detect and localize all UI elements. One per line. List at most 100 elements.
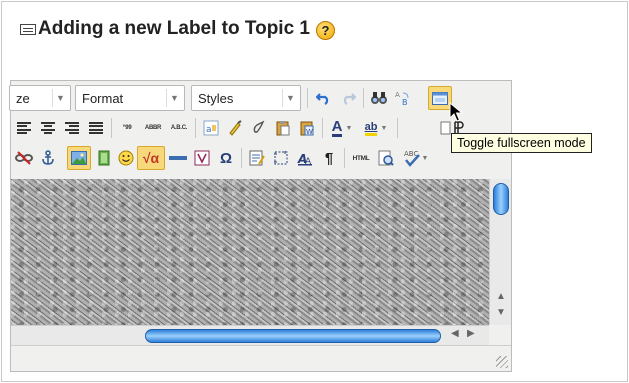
toolbar-row-3: √α Ω AA ¶ HTML ABC ▼ — [11, 145, 511, 171]
background-color-button[interactable]: ab ▼ — [359, 117, 393, 139]
svg-text:B: B — [402, 98, 408, 106]
format-select[interactable]: Format ▼ — [75, 85, 185, 111]
toolbar-separator — [322, 118, 323, 138]
format-select-value: Format — [82, 90, 124, 106]
text-color-button[interactable]: A ▼ — [327, 117, 357, 139]
acronym-icon: A.B.C. — [170, 125, 188, 131]
preview-button[interactable] — [375, 147, 397, 169]
blockquote-icon: “99 — [122, 125, 132, 131]
scroll-down-arrow-icon[interactable]: ▼ — [496, 307, 506, 318]
chevron-down-icon: ▼ — [166, 89, 182, 107]
align-right-button[interactable] — [61, 117, 83, 139]
template-button[interactable] — [246, 147, 268, 169]
align-center-icon — [41, 122, 55, 134]
toolbar-row-1: ze ▼ Format ▼ Styles ▼ AB — [9, 85, 511, 111]
align-center-button[interactable] — [37, 117, 59, 139]
equation-button[interactable]: √α — [137, 146, 165, 170]
styleprops-button[interactable]: AA — [294, 147, 316, 169]
abbreviation-button[interactable]: ABBR — [141, 117, 165, 139]
align-left-button[interactable] — [13, 117, 35, 139]
toolbar-separator — [195, 118, 196, 138]
cleanup-icon — [229, 120, 242, 136]
help-icon[interactable]: ? — [316, 21, 335, 40]
special-char-button[interactable]: Ω — [215, 147, 237, 169]
show-blocks-icon: ¶ — [324, 149, 334, 167]
visual-aid-button[interactable] — [270, 147, 292, 169]
undo-button[interactable] — [313, 87, 335, 109]
find-button[interactable] — [368, 87, 390, 109]
blockquote-button[interactable]: “99 — [115, 117, 139, 139]
show-blocks-button[interactable]: ¶ — [318, 147, 340, 169]
paste-text-icon: a — [203, 120, 219, 136]
chevron-down-icon: ▼ — [345, 124, 353, 132]
html-editor: ze ▼ Format ▼ Styles ▼ AB “99 ABBR A.B.C… — [9, 80, 512, 372]
cleanup-button[interactable] — [224, 117, 246, 139]
toolbar-separator — [241, 148, 242, 168]
page-title-text: Adding a new Label to Topic 1 — [38, 18, 310, 39]
nonbreaking-button[interactable] — [191, 147, 213, 169]
nonbreaking-icon — [194, 150, 210, 166]
chevron-down-icon: ▼ — [421, 154, 429, 162]
mouse-cursor-icon — [449, 102, 463, 122]
chevron-down-icon: ▼ — [52, 89, 68, 107]
chevron-down-icon: ▼ — [282, 89, 298, 107]
label-icon — [20, 23, 36, 35]
undo-icon — [316, 93, 329, 105]
html-source-button[interactable]: HTML — [349, 147, 373, 169]
emoticon-button[interactable] — [115, 147, 137, 169]
text-color-icon: A — [331, 117, 343, 137]
resize-grip-icon[interactable] — [496, 356, 508, 368]
moodle-media-button[interactable] — [93, 147, 115, 169]
scroll-left-arrow-icon[interactable]: ◀ — [451, 328, 459, 339]
toolbar-separator — [363, 88, 364, 108]
scroll-right-arrow-icon[interactable]: ▶ — [467, 328, 475, 339]
styles-select-value: Styles — [198, 90, 234, 106]
editor-content-area[interactable] — [11, 179, 489, 325]
scroll-up-arrow-icon[interactable]: ▲ — [496, 291, 506, 302]
styles-select[interactable]: Styles ▼ — [191, 85, 301, 111]
paste-word-button[interactable]: W — [296, 117, 318, 139]
template-icon — [249, 150, 265, 166]
spellcheck-icon: ABC — [404, 150, 420, 167]
remove-format-button[interactable] — [248, 117, 270, 139]
anchor-button[interactable] — [37, 147, 59, 169]
remove-format-icon — [253, 120, 265, 133]
svg-text:W: W — [306, 128, 313, 136]
unlink-button[interactable] — [13, 147, 35, 169]
paste-word-icon: W — [300, 121, 314, 136]
svg-text:A: A — [395, 91, 400, 99]
toolbar-separator — [397, 118, 398, 138]
acronym-button[interactable]: A.B.C. — [167, 117, 191, 139]
fullscreen-icon — [432, 91, 448, 105]
horizontal-rule-icon — [169, 156, 187, 160]
vertical-scroll-thumb[interactable] — [493, 183, 509, 215]
toolbar-separator — [111, 118, 112, 138]
align-justify-button[interactable] — [85, 117, 107, 139]
toolbar-separator — [307, 88, 308, 108]
align-justify-icon — [89, 122, 103, 134]
horizontal-rule-button[interactable] — [167, 147, 189, 169]
emoticon-icon — [118, 150, 134, 166]
paste-button[interactable] — [272, 117, 294, 139]
visual-aid-icon — [274, 151, 288, 165]
image-button[interactable] — [67, 146, 91, 170]
fontsize-select[interactable]: ze ▼ — [9, 85, 71, 111]
redo-button[interactable] — [337, 87, 359, 109]
spellcheck-button[interactable]: ABC ▼ — [399, 147, 431, 169]
image-icon — [71, 151, 87, 165]
replace-button[interactable]: AB — [392, 87, 414, 109]
vertical-scrollbar[interactable]: ▲ ▼ — [489, 179, 511, 325]
toolbar-separator — [344, 148, 345, 168]
horizontal-scrollbar[interactable]: ◀ ▶ — [11, 325, 489, 345]
moodle-media-icon — [98, 150, 110, 166]
preview-icon — [378, 150, 394, 166]
unlink-icon — [15, 151, 33, 165]
paste-text-button[interactable]: a — [200, 117, 222, 139]
styleprops-icon: AA — [297, 152, 312, 166]
fontsize-select-value: ze — [16, 90, 30, 106]
toolbar-row-2: “99 ABBR A.B.C. a W A ▼ ab ▼ — [11, 115, 511, 141]
paste-icon — [276, 121, 290, 136]
help-icon-glyph: ? — [321, 23, 330, 38]
horizontal-scroll-thumb[interactable] — [145, 329, 441, 343]
align-left-icon — [17, 122, 31, 134]
